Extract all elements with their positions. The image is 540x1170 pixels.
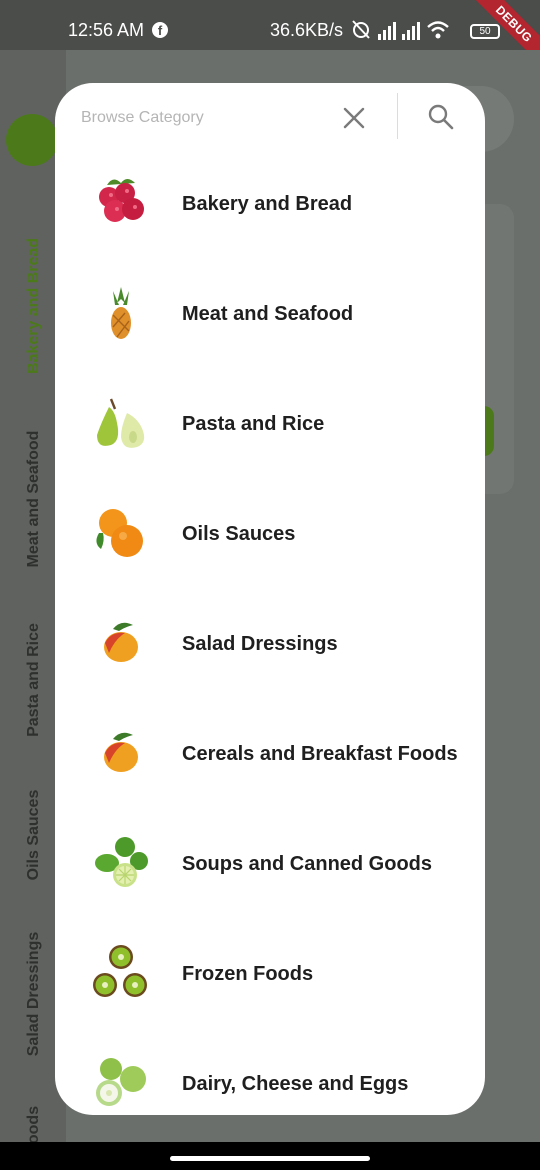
network-speed: 36.6KB/s xyxy=(270,20,344,40)
category-label: Dairy, Cheese and Eggs xyxy=(182,1073,409,1095)
search-input[interactable] xyxy=(81,103,331,133)
rail-item-meat[interactable]: Meat and Seafood xyxy=(25,431,43,568)
rail-item-oils[interactable]: Oils Sauces xyxy=(25,790,43,881)
pineapple-icon xyxy=(111,287,131,339)
status-time: 12:56 AM xyxy=(68,20,145,40)
facebook-icon: f xyxy=(152,22,168,38)
category-item-salad[interactable]: Salad Dressings xyxy=(55,589,485,699)
category-label: Cereals and Breakfast Foods xyxy=(182,743,458,765)
category-item-bakery[interactable]: Bakery and Bread xyxy=(55,149,485,259)
signal-icon-2 xyxy=(402,22,420,40)
search-icon xyxy=(428,104,454,130)
orange-icon xyxy=(96,509,143,557)
category-label: Pasta and Rice xyxy=(182,413,325,435)
category-item-oils[interactable]: Oils Sauces xyxy=(55,479,485,589)
raspberries-icon xyxy=(99,179,144,222)
category-item-frozen[interactable]: Frozen Foods xyxy=(55,919,485,1029)
category-item-meat[interactable]: Meat and Seafood xyxy=(55,259,485,369)
signal-icon xyxy=(378,22,396,40)
avatar xyxy=(6,114,58,166)
status-bar: 12:56 AM f 36.6KB/s 50 DEBUG xyxy=(0,0,540,74)
category-label: Frozen Foods xyxy=(182,963,314,985)
battery-icon: 50 xyxy=(470,24,500,39)
close-button[interactable] xyxy=(335,99,373,137)
category-label: Meat and Seafood xyxy=(182,303,354,325)
category-item-cereals[interactable]: Cereals and Breakfast Foods xyxy=(55,699,485,809)
rail-item-partial[interactable]: oods xyxy=(25,1106,43,1144)
category-label: Salad Dressings xyxy=(182,633,338,655)
mango-icon xyxy=(104,732,138,772)
mango-icon xyxy=(104,622,138,662)
category-item-dairy[interactable]: Dairy, Cheese and Eggs xyxy=(55,1029,485,1115)
wifi-icon xyxy=(427,21,449,39)
category-item-pasta[interactable]: Pasta and Rice xyxy=(55,369,485,479)
header-divider xyxy=(397,93,398,139)
category-label: Soups and Canned Goods xyxy=(182,853,433,875)
pear-icon xyxy=(97,398,145,448)
status-icons xyxy=(350,18,450,40)
kiwi-icon xyxy=(93,945,147,997)
dialog-header xyxy=(55,83,485,153)
search-button[interactable] xyxy=(421,97,461,137)
category-label: Oils Sauces xyxy=(182,523,296,545)
rail-item-salad[interactable]: Salad Dressings xyxy=(25,932,43,1057)
navigation-bar xyxy=(0,1142,540,1170)
close-icon xyxy=(343,107,365,129)
rail-item-bakery[interactable]: Bakery and Bread xyxy=(25,238,43,374)
limes-icon xyxy=(95,837,148,887)
category-label: Bakery and Bread xyxy=(182,193,353,215)
alarm-off-icon xyxy=(352,20,370,39)
home-indicator[interactable] xyxy=(170,1156,370,1161)
rail-item-pasta[interactable]: Pasta and Rice xyxy=(25,623,43,737)
guava-icon xyxy=(96,1058,146,1106)
browse-category-dialog: Bakery and Bread Meat and Seafood Pasta … xyxy=(55,83,485,1115)
category-item-soups[interactable]: Soups and Canned Goods xyxy=(55,809,485,919)
category-list: Bakery and Bread Meat and Seafood Pasta … xyxy=(55,149,485,1115)
